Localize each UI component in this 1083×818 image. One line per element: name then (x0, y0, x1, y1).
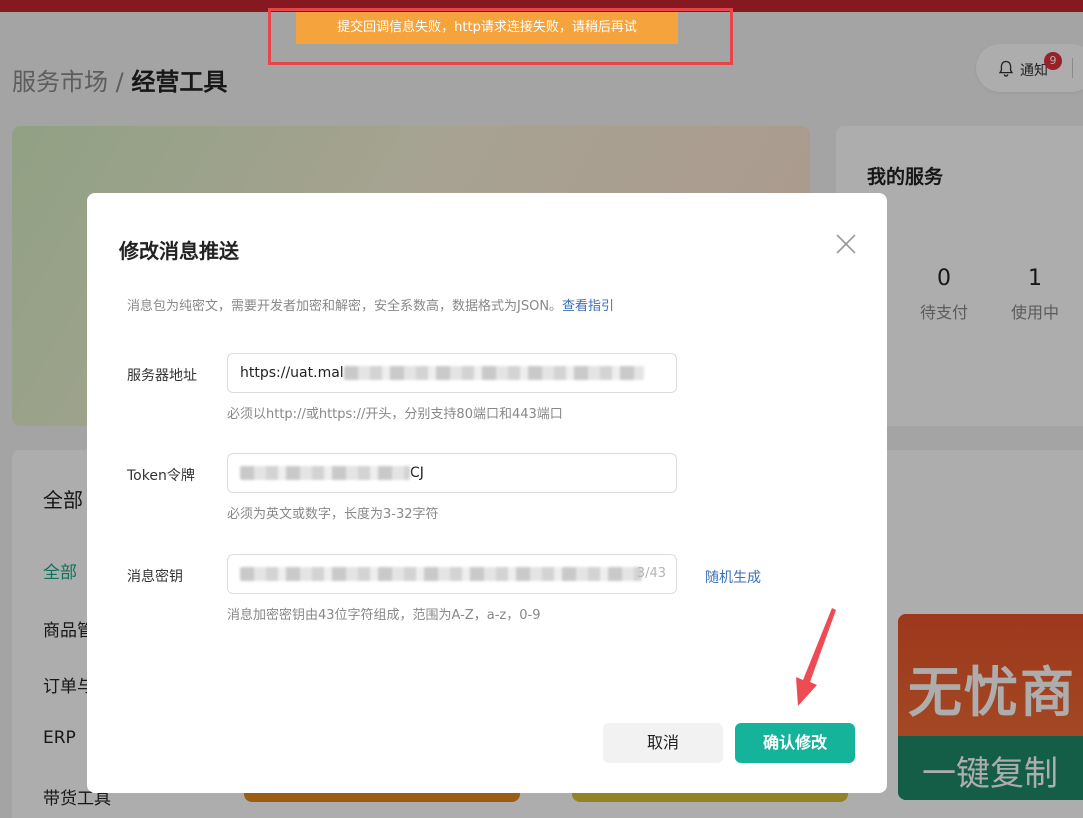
dialog-description: 消息包为纯密文，需要开发者加密和解密，安全系数高，数据格式为JSON。查看指引 (127, 295, 614, 314)
server-url-hint: 必须以http://或https://开头，分别支持80端口和443端口 (227, 407, 563, 422)
edit-message-push-dialog: 修改消息推送 消息包为纯密文，需要开发者加密和解密，安全系数高，数据格式为JSO… (87, 193, 887, 793)
dialog-title: 修改消息推送 (119, 239, 239, 263)
error-toast: 提交回调信息失败，http请求连接失败，请稍后再试 (296, 12, 678, 44)
server-url-value: https://uat.mal (240, 365, 344, 381)
secret-key-input[interactable]: 3/43 (227, 554, 677, 594)
server-url-input[interactable]: https://uat.mal (227, 353, 677, 393)
token-value: CJ (410, 465, 424, 481)
confirm-edit-button[interactable]: 确认修改 (735, 723, 855, 763)
secret-key-hint: 消息加密密钥由43位字符组成，范围为A-Z，a-z，0-9 (227, 608, 541, 623)
description-text: 消息包为纯密文，需要开发者加密和解密，安全系数高，数据格式为JSON。 (127, 299, 563, 314)
redacted-text (240, 466, 410, 480)
token-label: Token令牌 (127, 468, 195, 484)
secret-key-label: 消息密钥 (127, 569, 183, 585)
token-hint: 必须为英文或数字，长度为3-32字符 (227, 507, 439, 522)
close-icon[interactable] (833, 231, 859, 257)
secret-key-char-counter: 3/43 (636, 566, 666, 581)
random-generate-link[interactable]: 随机生成 (705, 567, 761, 587)
token-input[interactable]: CJ (227, 453, 677, 493)
server-url-label: 服务器地址 (127, 368, 197, 384)
cancel-button[interactable]: 取消 (603, 723, 723, 763)
redacted-text (240, 567, 642, 581)
annotation-arrow-icon (796, 608, 836, 706)
redacted-text (343, 366, 644, 380)
view-guide-link[interactable]: 查看指引 (562, 299, 614, 314)
